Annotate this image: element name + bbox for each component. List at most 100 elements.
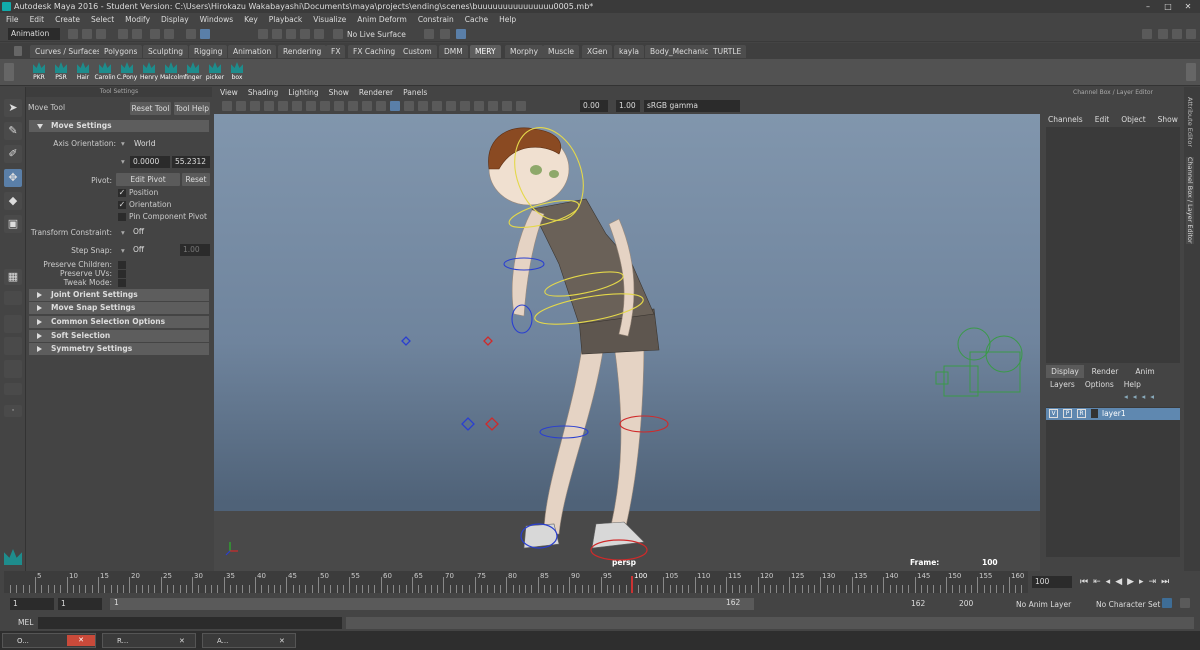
isolate-icon[interactable] [474, 101, 484, 111]
channel-list[interactable] [1046, 127, 1180, 363]
tool-help-button[interactable]: Tool Help [174, 102, 210, 115]
layer-tab-display[interactable]: Display [1046, 365, 1084, 378]
lasso-select-icon[interactable] [200, 29, 210, 39]
layer-menu-options[interactable]: Options [1085, 380, 1114, 389]
minimize-button[interactable]: – [1140, 1, 1156, 12]
ambient-occlusion-icon[interactable] [432, 101, 442, 111]
layer-playback-toggle[interactable]: P [1063, 409, 1072, 418]
preserve-children-checkbox[interactable] [118, 261, 126, 269]
film-gate-icon[interactable] [278, 101, 288, 111]
menu-edit[interactable]: Edit [30, 15, 45, 24]
channel-menu-channels[interactable]: Channels [1048, 115, 1083, 124]
move-layer-down-icon[interactable]: ◂ [1133, 392, 1137, 401]
viewport-menu-shading[interactable]: Shading [248, 87, 278, 99]
attribute-editor-tab[interactable]: Attribute Editor [1186, 97, 1194, 147]
lasso-tool-icon[interactable]: ✎ [4, 122, 22, 140]
new-layer-selected-icon[interactable]: ◂ [1150, 392, 1154, 401]
orientation-checkbox[interactable]: ✓ [118, 201, 126, 209]
grid-icon[interactable] [264, 101, 274, 111]
shelf-tab-xgen[interactable]: XGen [582, 45, 613, 58]
shelf-menu-icon[interactable] [14, 46, 22, 56]
close-window-button[interactable]: ✕ [67, 635, 95, 646]
shelf-tab-fx-caching[interactable]: FX Caching [348, 45, 401, 58]
step-back-icon[interactable]: ◂ [1106, 577, 1111, 587]
viewport-menu-view[interactable]: View [220, 87, 238, 99]
scene-rig[interactable] [214, 114, 1040, 571]
channel-box-tab[interactable]: Channel Box / Layer Editor [1186, 157, 1194, 244]
character-set-dropdown[interactable]: No Character Set [1096, 600, 1160, 609]
end-time-field[interactable]: 200 [956, 598, 1000, 610]
snap-point-icon[interactable] [286, 29, 296, 39]
select-hierarchy-icon[interactable] [150, 29, 160, 39]
shelf-tab-fx[interactable]: FX [326, 45, 346, 58]
shelf-tab-dmm[interactable]: DMM [439, 45, 468, 58]
go-to-start-icon[interactable]: ⏮ [1080, 577, 1088, 587]
ik-pole-right-icon[interactable] [483, 336, 499, 431]
shelf-button-box[interactable]: box [226, 62, 248, 84]
section-move-snap[interactable]: Move Snap Settings [29, 302, 209, 314]
bookmark-icon[interactable] [236, 101, 246, 111]
start-time-field[interactable]: 1 [10, 598, 54, 610]
scale-tool-icon[interactable]: ▣ [4, 215, 22, 233]
select-object-icon[interactable] [164, 29, 174, 39]
two-view-icon[interactable] [4, 315, 22, 333]
move-layer-up-icon[interactable]: ◂ [1124, 392, 1128, 401]
viewport-menu-renderer[interactable]: Renderer [359, 87, 393, 99]
single-view-icon[interactable]: ▦ [4, 269, 22, 285]
ipr-render-icon[interactable] [456, 29, 466, 39]
shelf-button-carolin[interactable]: Carolin [94, 62, 116, 84]
make-live-icon[interactable] [333, 29, 343, 39]
coord-field-b[interactable]: 55.2312 [172, 156, 210, 168]
pin-component-pivot-checkbox[interactable] [118, 213, 126, 221]
auto-key-icon[interactable] [1162, 598, 1172, 608]
gamma-field[interactable]: 1.00 [616, 100, 640, 112]
layout-more-icon[interactable]: · [4, 405, 22, 417]
shelf-button-c-pony[interactable]: C.Pony [116, 62, 138, 84]
layer-reference-toggle[interactable]: R [1077, 409, 1086, 418]
menu-cache[interactable]: Cache [465, 15, 488, 24]
xray-joints-icon[interactable] [502, 101, 512, 111]
viewport-menu-panels[interactable]: Panels [403, 87, 427, 99]
shadows-icon[interactable] [418, 101, 428, 111]
attribute-editor-toggle-icon[interactable] [1172, 29, 1182, 39]
current-frame-field[interactable]: 100 [1032, 576, 1072, 588]
snap-surface-icon[interactable] [314, 29, 324, 39]
viewport-menu-lighting[interactable]: Lighting [288, 87, 318, 99]
shelf-tab-morphy[interactable]: Morphy [505, 45, 544, 58]
menu-select[interactable]: Select [91, 15, 114, 24]
new-scene-icon[interactable] [68, 29, 78, 39]
layer-name[interactable]: layer1 [1102, 409, 1126, 418]
shelf-button-finger[interactable]: finger [182, 62, 204, 84]
shelf-tab-polygons[interactable]: Polygons [99, 45, 143, 58]
step-forward-key-icon[interactable]: ⇥ [1149, 577, 1157, 587]
transform-constraint-dropdown[interactable]: Off [130, 226, 210, 238]
mel-input[interactable] [38, 617, 342, 629]
shelf-tab-turtle[interactable]: TURTLE [708, 45, 747, 58]
play-backward-icon[interactable]: ◀ [1115, 577, 1122, 587]
close-button[interactable]: ✕ [1180, 1, 1196, 12]
playback-end-field[interactable]: 162 [908, 598, 952, 610]
menu-anim-deform[interactable]: Anim Deform [357, 15, 407, 24]
gate-mask-icon[interactable] [306, 101, 316, 111]
render-icon[interactable] [440, 29, 450, 39]
shelf-tab-kayla[interactable]: kayla [614, 45, 644, 58]
xray-components-icon[interactable] [516, 101, 526, 111]
maximize-button[interactable]: □ [1160, 1, 1176, 12]
wireframe-on-shaded-icon[interactable] [376, 101, 386, 111]
menu-create[interactable]: Create [55, 15, 80, 24]
preserve-uvs-checkbox[interactable] [118, 270, 126, 278]
shelf-tab-animation[interactable]: Animation [228, 45, 277, 58]
image-plane-icon[interactable] [250, 101, 260, 111]
ik-pole-left-icon[interactable] [401, 336, 475, 431]
menu-display[interactable]: Display [161, 15, 189, 24]
channel-box-toggle-icon[interactable] [1186, 29, 1196, 39]
layer-visibility-toggle[interactable]: V [1049, 409, 1058, 418]
step-back-key-icon[interactable]: ⇤ [1093, 577, 1101, 587]
shelf-options-icon[interactable] [4, 63, 14, 81]
textured-icon[interactable] [390, 101, 400, 111]
new-layer-icon[interactable]: ◂ [1142, 392, 1146, 401]
layer-tab-render[interactable]: Render [1086, 365, 1124, 378]
menu-help[interactable]: Help [499, 15, 516, 24]
snap-grid-icon[interactable] [258, 29, 268, 39]
lights-icon[interactable] [404, 101, 414, 111]
